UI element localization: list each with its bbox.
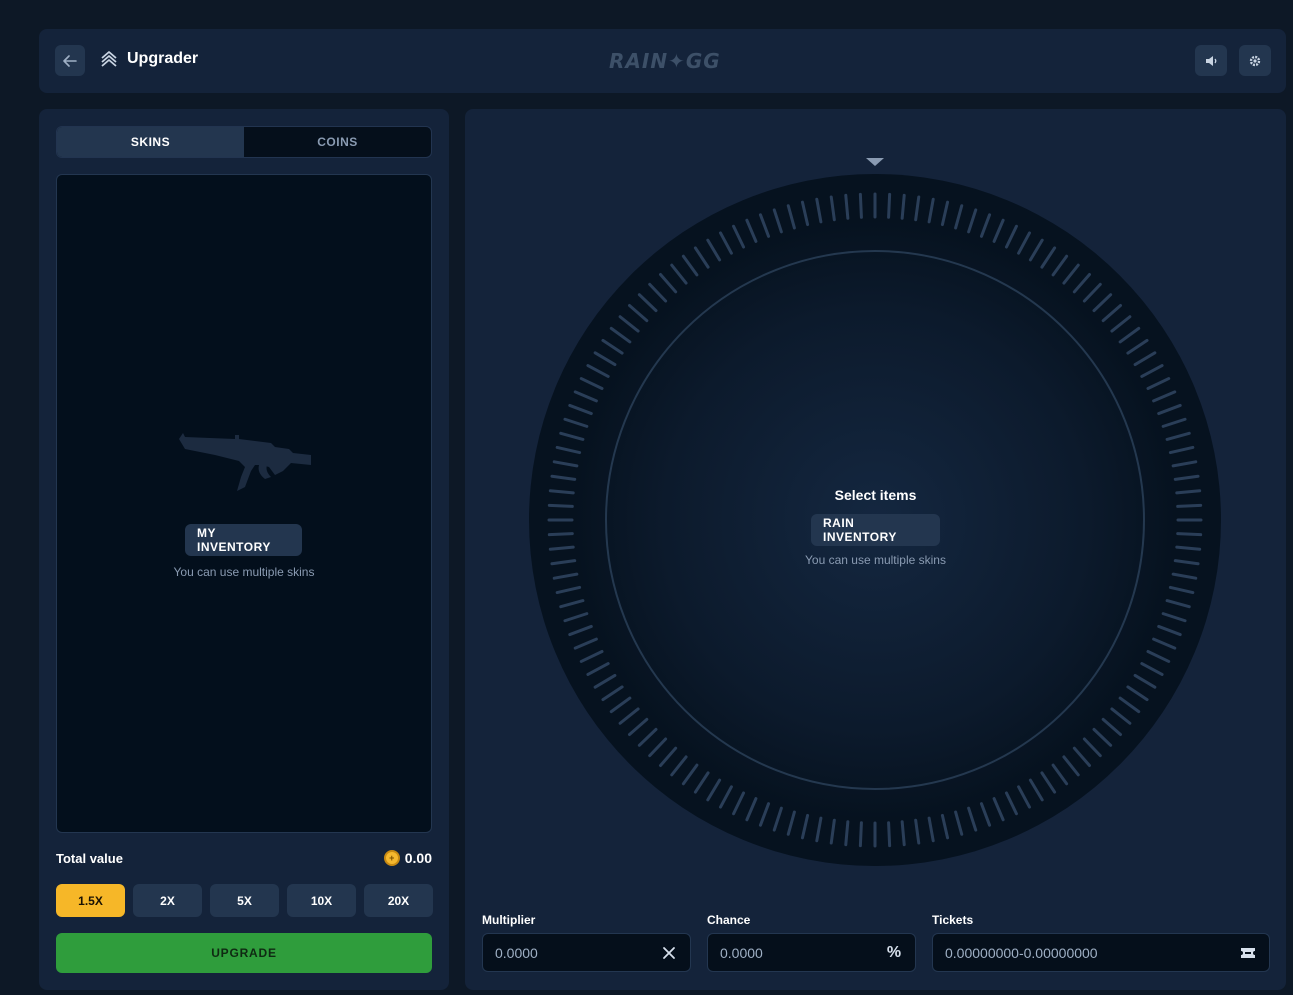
- multiplier-field: [482, 933, 691, 972]
- top-bar: Upgrader RAIN✦GG: [39, 29, 1286, 93]
- wheel-tick: [887, 821, 892, 848]
- page-title: Upgrader: [127, 50, 199, 67]
- chance-field: %: [707, 933, 916, 972]
- wheel-tick: [858, 821, 863, 848]
- left-panel: SKINS COINS MY INVENTORY You can use mul…: [39, 109, 449, 990]
- upgrade-button[interactable]: UPGRADE: [56, 933, 432, 973]
- multiplier-presets: 1.5X 2X 5X 10X 20X: [56, 884, 433, 917]
- wheel-tick: [1175, 545, 1202, 551]
- rain-inventory-hint: You can use multiple skins: [805, 553, 946, 567]
- gear-icon: [1249, 55, 1261, 66]
- wheel-tick: [887, 192, 892, 219]
- total-value: + 0.00: [383, 850, 432, 866]
- tickets-field: [932, 933, 1270, 972]
- wheel-tick: [858, 192, 863, 219]
- item-type-tabs: SKINS COINS: [56, 126, 432, 158]
- total-value-amount: 0.00: [404, 850, 432, 866]
- coin-icon: +: [383, 850, 400, 866]
- wheel-tick: [900, 820, 906, 847]
- total-value-label: Total value: [56, 851, 123, 866]
- upgrade-wheel: [529, 158, 1221, 866]
- multiplier-2x-button[interactable]: 2X: [133, 884, 202, 917]
- chevrons-up-icon: [101, 51, 117, 67]
- tickets-label: Tickets: [932, 913, 974, 927]
- select-items-title: Select items: [834, 487, 917, 503]
- rain-gg-logo[interactable]: RAIN✦GG: [609, 49, 721, 73]
- rifle-icon: [179, 433, 311, 491]
- my-inventory-button[interactable]: MY INVENTORY: [185, 524, 302, 556]
- arrow-left-icon: [63, 54, 77, 67]
- wheel-tick: [1176, 532, 1203, 537]
- tab-coins[interactable]: COINS: [244, 127, 431, 157]
- page-title-group: Upgrader: [99, 49, 198, 69]
- clear-icon[interactable]: [660, 944, 678, 962]
- wheel-tick: [548, 545, 575, 551]
- chance-input[interactable]: [720, 944, 885, 961]
- wheel-tick: [1176, 503, 1203, 508]
- wheel-tick: [900, 193, 906, 220]
- settings-button[interactable]: [1239, 45, 1271, 76]
- percent-icon: %: [886, 943, 902, 961]
- multiplier-5x-button[interactable]: 5X: [210, 884, 279, 917]
- multiplier-label: Multiplier: [482, 913, 536, 927]
- tickets-input[interactable]: [945, 944, 1239, 961]
- right-panel: Select items RAIN INVENTORY You can use …: [465, 109, 1286, 990]
- sound-button[interactable]: [1195, 45, 1227, 76]
- multiplier-10x-button[interactable]: 10X: [287, 884, 356, 917]
- wheel-tick: [547, 503, 574, 508]
- wheel-tick: [844, 820, 850, 847]
- tab-skins[interactable]: SKINS: [57, 127, 244, 157]
- multiplier-20x-button[interactable]: 20X: [364, 884, 433, 917]
- inventory-hint: You can use multiple skins: [173, 565, 315, 579]
- chance-label: Chance: [707, 913, 751, 927]
- ticket-icon: [1239, 944, 1257, 962]
- multiplier-input[interactable]: [495, 944, 660, 961]
- wheel-tick: [547, 532, 574, 537]
- inventory-drop-area[interactable]: MY INVENTORY You can use multiple skins: [56, 174, 432, 833]
- speaker-icon: [1206, 55, 1217, 66]
- rain-inventory-button[interactable]: RAIN INVENTORY: [811, 514, 940, 546]
- multiplier-1-5x-button[interactable]: 1.5X: [56, 884, 125, 917]
- back-button[interactable]: [55, 45, 85, 76]
- wheel-pointer-icon: [866, 158, 884, 166]
- wheel-tick: [844, 193, 850, 220]
